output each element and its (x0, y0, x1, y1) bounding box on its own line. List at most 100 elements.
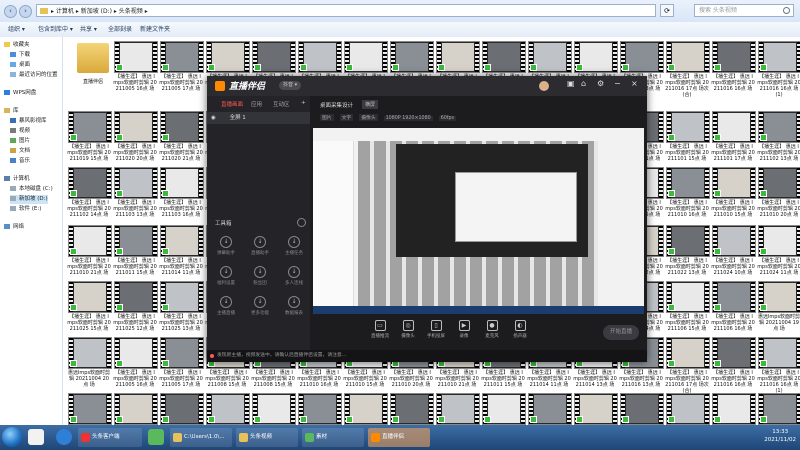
list-item[interactable]: 【播生涯】 惠远 Imps软面时剪辑 20211016 17点 场次(合) (665, 337, 710, 394)
list-item[interactable]: 【播生涯】 惠远 Imps软面时剪辑 20211106 16点 场 (711, 281, 756, 335)
list-item[interactable]: 【播生涯】 惠远 Imps软面时剪辑 20211016 16点 场(1) (757, 337, 800, 394)
list-item[interactable]: 【播生涯】 惠远 Imps软面时剪辑 20211011 15点 场 (113, 225, 158, 279)
list-item[interactable]: 【播生涯】 惠远 Imps软面时剪辑 20211010 20点 场 (757, 167, 800, 221)
tool-button[interactable]: ↓ 数据报表 (279, 296, 309, 318)
close-button[interactable]: × (631, 79, 638, 88)
refresh-button[interactable]: ⟳ (660, 4, 674, 17)
tool-button[interactable]: ↓ 主播任务 (279, 236, 309, 258)
canvas-source-tag[interactable]: 摄像头 (359, 114, 378, 121)
nav-desktop[interactable]: 桌面 (10, 61, 30, 70)
scene-item[interactable]: ◉ 全屏 1 (207, 112, 310, 124)
back-button[interactable]: ‹ (4, 5, 17, 18)
tool-button[interactable]: ↓ 主播直播 (211, 296, 241, 318)
nav-computer[interactable]: 计算机 (4, 175, 30, 184)
taskbar-item-path[interactable]: C:\Users\1.0\... (170, 428, 232, 447)
share-menu[interactable]: 共享 ▾ (80, 22, 97, 37)
nav-recent[interactable]: 最近访问的位置 (10, 71, 58, 80)
nav-documents[interactable]: 文档 (10, 147, 30, 156)
control-button[interactable]: ▶ 录像 (452, 320, 476, 339)
tab-live-picture[interactable]: 直播画面 (221, 100, 243, 108)
list-item[interactable]: 【播生涯】 惠远 Imps软面时剪辑 20211016 16点 场 (711, 337, 756, 391)
list-item[interactable]: 【播生涯】 惠远 Imps软面时剪辑 20211102 14点 场 (67, 167, 112, 221)
list-item[interactable]: 【播生涯】 惠远 Imps软面时剪辑 20211005 17点 场 (159, 41, 204, 95)
tool-button[interactable]: ↓ 直播助手 (245, 236, 275, 258)
nav-videos[interactable]: 视频 (10, 127, 30, 136)
control-button[interactable]: ▯ 手机投屏 (424, 320, 448, 339)
burn-button[interactable]: 全部刻录 (108, 22, 132, 37)
nav-favorites[interactable]: 收藏夹 (4, 41, 30, 50)
tool-button[interactable]: ↓ 粉丝团 (245, 266, 275, 288)
orientation-tag[interactable]: 横屏 (362, 100, 379, 109)
list-item[interactable]: 【播生涯】 惠远 Imps软面时剪辑 20211020 21点 场 (159, 111, 204, 165)
nav-videos-lib[interactable]: 暴风影视库 (10, 117, 47, 126)
tab-interaction[interactable]: 互动区 (273, 100, 290, 108)
settings-icon[interactable]: ⚙ (597, 79, 604, 88)
list-item[interactable]: 【播生涯】 惠远 Imps软面时剪辑 20211022 13点 场 (665, 225, 710, 279)
list-item[interactable]: 【播生涯】 惠远 Imps软面时剪辑 20211025 12点 场 (113, 281, 158, 335)
canvas-source-tag[interactable]: 1080P 1920×1080 (383, 116, 433, 121)
control-button[interactable]: ▭ 直播推流 (368, 320, 392, 339)
tool-button[interactable]: ↓ 弹幕助手 (211, 236, 241, 258)
nav-downloads[interactable]: 下载 (10, 51, 30, 60)
nav-music[interactable]: 音乐 (10, 157, 30, 166)
list-item[interactable]: 【播生涯】 惠远 Imps软面时剪辑 20211102 13点 场 (757, 111, 800, 165)
taskbar-item-live-companion[interactable]: 直播伴侣 (368, 428, 430, 447)
avatar[interactable] (539, 81, 549, 91)
list-item[interactable]: 【播生涯】 惠远 Imps软面时剪辑 20211103 13点 场 (113, 167, 158, 221)
preview-canvas[interactable] (313, 128, 644, 314)
nav-drive-d[interactable]: 新加坡 (D:) (10, 195, 48, 204)
canvas-source-tag[interactable]: 60fps (438, 116, 457, 121)
start-button[interactable] (2, 427, 22, 447)
eye-icon[interactable]: ◉ (211, 115, 216, 121)
control-button[interactable]: ● 麦克风 (480, 320, 504, 339)
nav-libraries[interactable]: 库 (4, 107, 19, 116)
360-icon[interactable] (148, 429, 164, 445)
list-item[interactable]: 【播生涯】 惠远 Imps软面时剪辑 20211106 15点 场 (665, 281, 710, 335)
list-item[interactable]: 【播生涯】 惠远 Imps软面时剪辑 20211020 20点 场 (113, 111, 158, 165)
list-item[interactable]: 【播生涯】 惠远 Imps软面时剪辑 20211025 15点 场 (67, 281, 112, 335)
forward-button[interactable]: › (19, 5, 32, 18)
list-item[interactable]: 【播生涯】 惠远 Imps软面时剪辑 20211024 10点 场 (711, 225, 756, 279)
control-button[interactable]: ◐ 扬声器 (508, 320, 532, 339)
canvas-source-tag[interactable]: 图片 (320, 114, 334, 121)
k-browser-icon[interactable] (56, 429, 72, 445)
list-item[interactable]: 【播生涯】 惠远 Imps软面时剪辑 20211025 13点 场 (159, 281, 204, 335)
tab-apps[interactable]: 应用 (251, 100, 262, 108)
address-box[interactable]: ▸ 计算机 ▸ 新加坡 (D:) ▸ 头条视频 ▸ (36, 4, 656, 17)
list-item[interactable]: 【播生涯】 惠远 Imps软面时剪辑 20211101 15点 场 (665, 111, 710, 165)
list-item[interactable]: 【播生涯】 惠远 Imps软面时剪辑 20211005 17点 场 (159, 337, 204, 391)
control-button[interactable]: ◎ 摄像头 (396, 320, 420, 339)
list-item[interactable]: 直播伴侣 (71, 41, 115, 89)
tool-button[interactable]: ↓ 多人连线 (279, 266, 309, 288)
nav-drive-c[interactable]: 本地磁盘 (C:) (10, 185, 53, 194)
taskbar-item-assets[interactable]: 素材 (302, 428, 364, 447)
list-item[interactable]: 【播生涯】 惠远 Imps软面时剪辑 20211016 16点 场 (711, 41, 756, 95)
lock-icon[interactable]: ⌂ (581, 79, 586, 88)
list-item[interactable]: 【播生涯】 惠远 Imps软面时剪辑 20211010 21点 场 (67, 225, 112, 279)
gift-icon[interactable]: ▣ (567, 79, 575, 88)
list-item[interactable]: 【播生涯】 惠远 Imps软面时剪辑 20211019 15点 场 (67, 111, 112, 165)
list-item[interactable]: 【播生涯】 惠远 Imps软面时剪辑 20211016 16点 场(1) (757, 41, 800, 98)
list-item[interactable]: 【播生涯】 惠远 Imps软面时剪辑 20211016 17点 场次(合) (665, 41, 710, 98)
tool-button[interactable]: ↓ 福利设置 (211, 266, 241, 288)
list-item[interactable]: 【播生涯】 惠远 Imps软面时剪辑 20211005 16点 场 (113, 41, 158, 95)
add-scene-icon[interactable]: + (301, 100, 306, 106)
nav-network[interactable]: 网络 (4, 223, 24, 232)
start-live-button[interactable]: 开始直播 (603, 325, 639, 340)
ie-icon[interactable] (28, 429, 44, 445)
search-input[interactable]: 搜索 头条视频 (694, 4, 794, 17)
list-item[interactable]: 【播生涯】 惠远 Imps软面时剪辑 20211101 17点 场 (711, 111, 756, 165)
canvas-source-tag[interactable]: 文字 (339, 114, 354, 121)
nav-drive-e[interactable]: 软件 (E:) (10, 205, 41, 214)
list-item[interactable]: 【播生涯】 惠远 Imps软面时剪辑 20211014 11点 场 (159, 225, 204, 279)
clock[interactable]: 13:33 2021/11/02 (764, 428, 796, 444)
list-item[interactable]: 惠远Imps软面时剪辑 20211004 19点 场 (757, 281, 800, 335)
taskbar-item-toutiao[interactable]: 头条客户端 (78, 428, 142, 447)
taskbar-item-folder[interactable]: 头条视频 (236, 428, 298, 447)
nav-pictures[interactable]: 图片 (10, 137, 30, 146)
new-folder-button[interactable]: 新建文件夹 (140, 22, 170, 37)
list-item[interactable]: 【播生涯】 惠远 Imps软面时剪辑 20211005 16点 场 (113, 337, 158, 391)
include-library-menu[interactable]: 包含到库中 ▾ (38, 22, 73, 37)
nav-wps[interactable]: WPS网盘 (4, 89, 36, 98)
toolbox-settings-icon[interactable] (297, 218, 306, 227)
